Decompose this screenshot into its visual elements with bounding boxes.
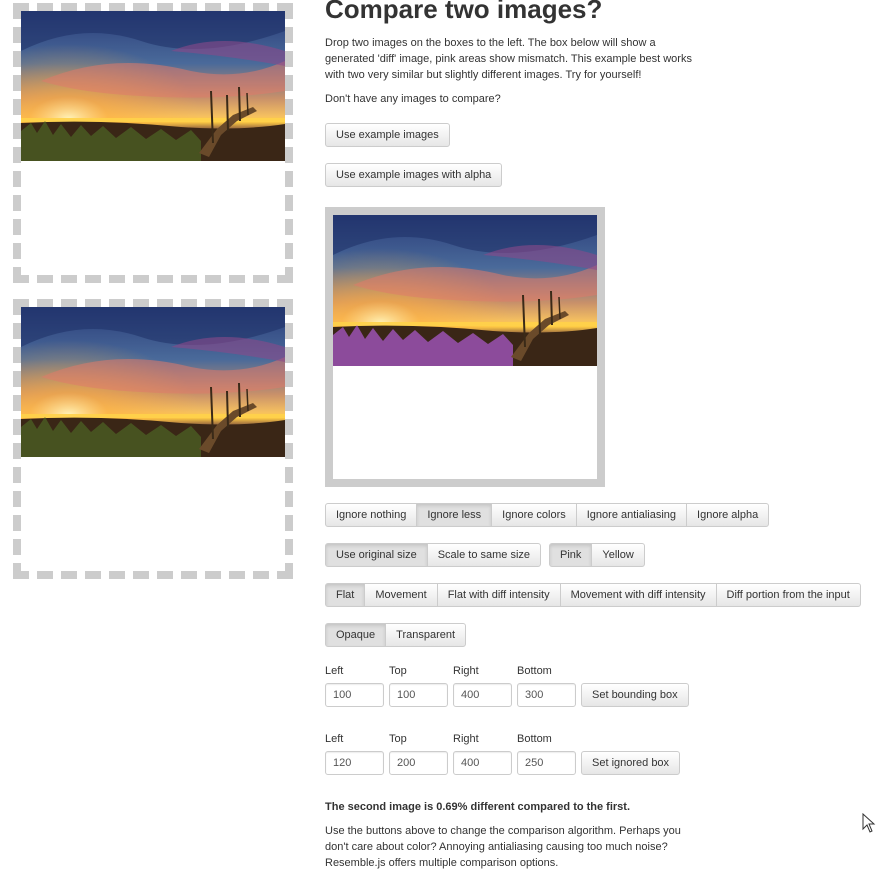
set-ignored-box-button[interactable]: Set ignored box: [581, 751, 681, 775]
ignored-left-label: Left: [325, 733, 344, 745]
scale-to-same-size-button[interactable]: Scale to same size: [426, 543, 542, 567]
advice-text: Use the buttons above to change the comp…: [325, 825, 681, 869]
opacity-options-group: Opaque Transparent: [325, 623, 467, 647]
bounding-bottom-input[interactable]: [517, 683, 576, 707]
bounding-top-input[interactable]: [389, 683, 448, 707]
ignore-antialiasing-button[interactable]: Ignore antialiasing: [575, 503, 688, 527]
ignore-colors-button[interactable]: Ignore colors: [491, 503, 577, 527]
use-original-size-button[interactable]: Use original size: [325, 543, 428, 567]
intro-text: Drop two images on the boxes to the left…: [325, 37, 692, 81]
set-bounding-box-button[interactable]: Set bounding box: [581, 683, 689, 707]
bounding-top-label: Top: [389, 665, 407, 677]
diff-result-box: [325, 207, 605, 487]
movement-with-diff-intensity-button[interactable]: Movement with diff intensity: [559, 583, 717, 607]
ignore-options-group: Ignore nothing Ignore less Ignore colors…: [325, 503, 770, 527]
ignore-less-button[interactable]: Ignore less: [416, 503, 493, 527]
bounding-left-label: Left: [325, 665, 344, 677]
page-title: Compare two images?: [325, 0, 603, 24]
ignore-nothing-button[interactable]: Ignore nothing: [325, 503, 418, 527]
bounding-left-input[interactable]: [325, 683, 384, 707]
yellow-button[interactable]: Yellow: [591, 543, 645, 567]
ignored-bottom-input[interactable]: [517, 751, 576, 775]
diff-mode-group: Flat Movement Flat with diff intensity M…: [325, 583, 861, 607]
diff-portion-from-input-button[interactable]: Diff portion from the input: [715, 583, 861, 607]
first-image-preview: [21, 11, 285, 161]
mouse-pointer-icon: [862, 813, 876, 833]
diff-summary: The second image is 0.69% different comp…: [325, 801, 631, 813]
movement-button[interactable]: Movement: [364, 583, 438, 607]
second-image-dropzone[interactable]: [13, 299, 293, 579]
opaque-button[interactable]: Opaque: [325, 623, 387, 647]
ignored-bottom-label: Bottom: [517, 733, 552, 745]
ignored-top-label: Top: [389, 733, 407, 745]
ignored-right-label: Right: [453, 733, 479, 745]
ignore-alpha-button[interactable]: Ignore alpha: [686, 503, 770, 527]
transparent-button[interactable]: Transparent: [385, 623, 467, 647]
flat-button[interactable]: Flat: [325, 583, 366, 607]
use-example-images-alpha-button[interactable]: Use example images with alpha: [325, 163, 503, 187]
diff-image: [333, 215, 597, 366]
pink-button[interactable]: Pink: [549, 543, 593, 567]
bounding-bottom-label: Bottom: [517, 665, 552, 677]
bounding-right-label: Right: [453, 665, 479, 677]
bounding-right-input[interactable]: [453, 683, 512, 707]
ignored-right-input[interactable]: [453, 751, 512, 775]
use-example-images-button[interactable]: Use example images: [325, 123, 450, 147]
no-images-prompt: Don't have any images to compare?: [325, 93, 501, 105]
first-image-dropzone[interactable]: [13, 3, 293, 283]
size-options-group: Use original size Scale to same size: [325, 543, 542, 567]
color-options-group: Pink Yellow: [549, 543, 645, 567]
ignored-top-input[interactable]: [389, 751, 448, 775]
ignored-left-input[interactable]: [325, 751, 384, 775]
second-image-preview: [21, 307, 285, 457]
flat-with-diff-intensity-button[interactable]: Flat with diff intensity: [436, 583, 561, 607]
